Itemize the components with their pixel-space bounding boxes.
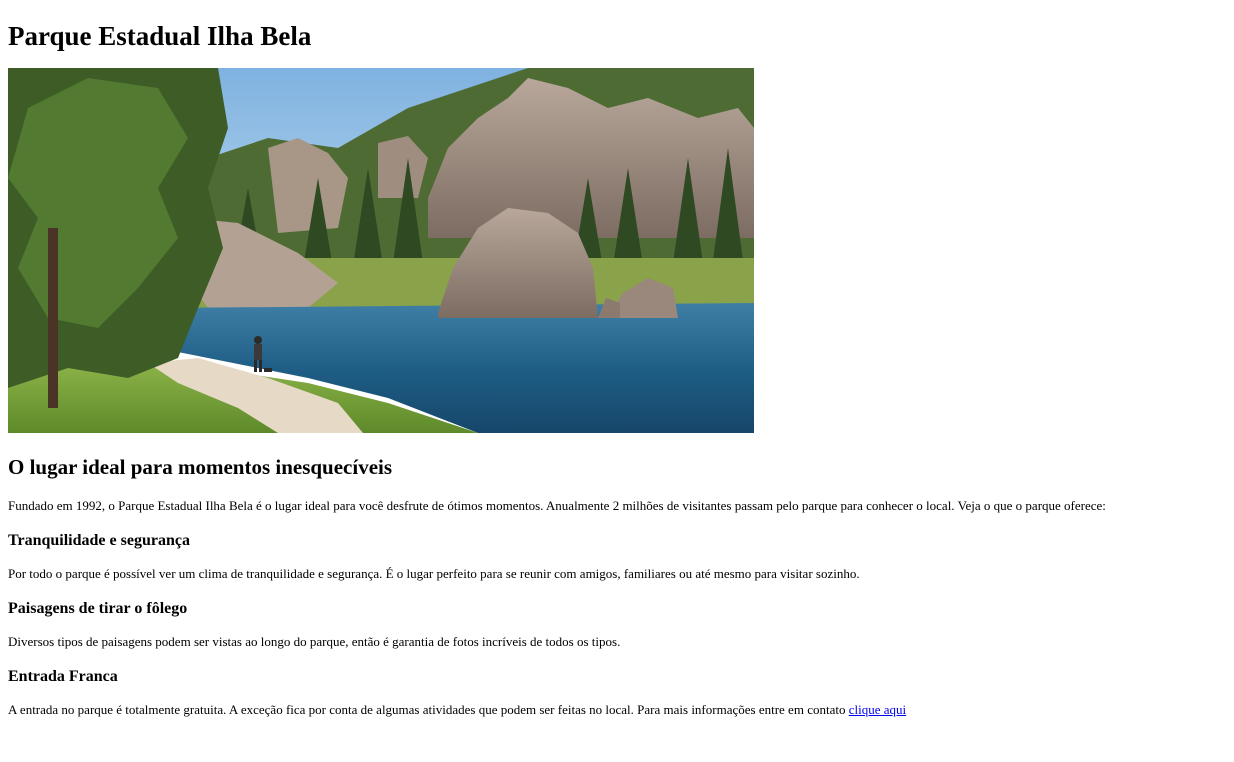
section-heading-entrada: Entrada Franca [8,668,118,685]
section-heading-tranquilidade: Tranquilidade e segurança [8,532,190,549]
page-title: Parque Estadual Ilha Bela [8,21,312,51]
section-heading-paisagens: Paisagens de tirar o fôlego [8,600,188,617]
entrada-text: A entrada no parque é totalmente gratuit… [8,702,849,717]
intro-heading: O lugar ideal para momentos inesquecívei… [8,455,393,479]
intro-text: Fundado em 1992, o Parque Estadual Ilha … [8,498,1106,513]
section-text-tranquilidade: Por todo o parque é possível ver um clim… [8,566,860,581]
contact-link[interactable]: clique aqui [849,702,906,717]
lake-landscape-image [8,68,754,433]
section-text-entrada: A entrada no parque é totalmente gratuit… [8,702,1226,717]
section-text-paisagens: Diversos tipos de paisagens podem ser vi… [8,634,621,649]
